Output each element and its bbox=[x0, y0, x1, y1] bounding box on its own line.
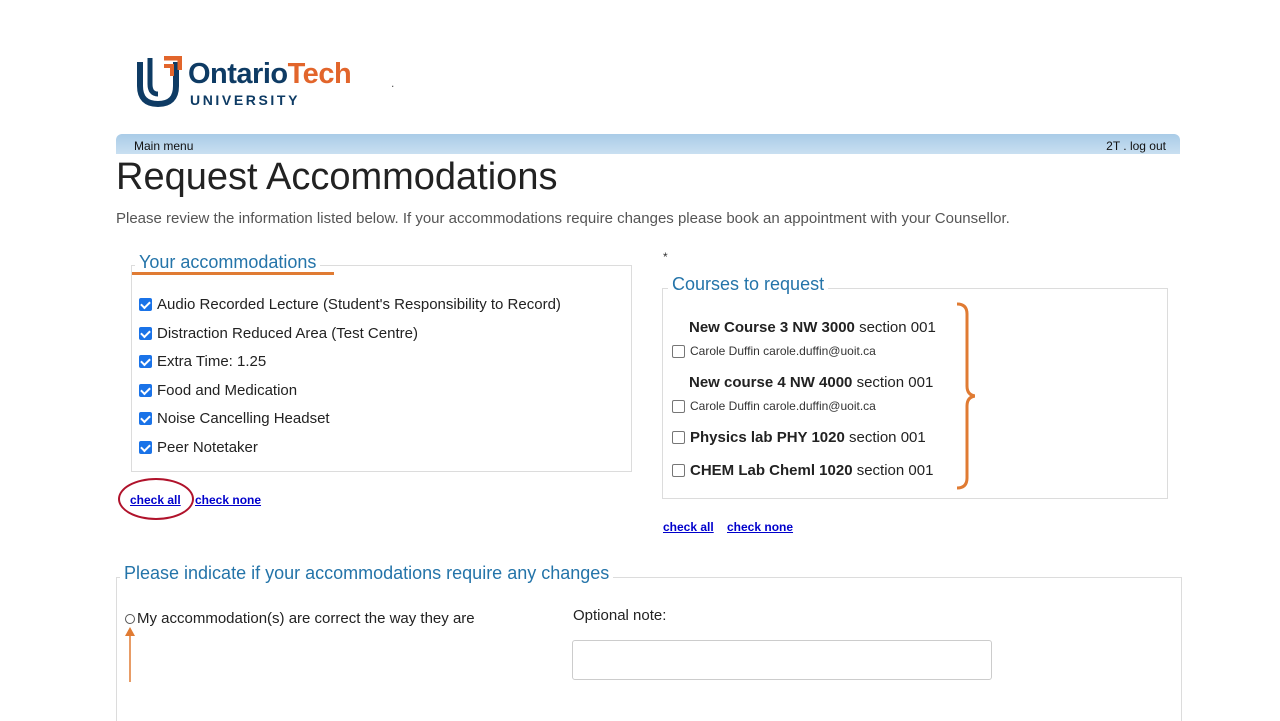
accommodation-checkbox[interactable] bbox=[139, 355, 152, 368]
accommodations-correct-radio[interactable] bbox=[125, 613, 135, 624]
course-title: New Course 3 NW 3000 section 001 bbox=[689, 319, 936, 336]
accommodation-checkbox[interactable] bbox=[139, 441, 152, 454]
course-checkbox[interactable] bbox=[672, 464, 685, 477]
accommodation-item[interactable]: Distraction Reduced Area (Test Centre) bbox=[139, 325, 418, 342]
accommodation-label: Peer Notetaker bbox=[157, 439, 258, 456]
accommodation-item[interactable]: Peer Notetaker bbox=[139, 439, 258, 456]
main-menu-link[interactable]: Main menu bbox=[134, 139, 193, 153]
intro-text: Please review the information listed bel… bbox=[116, 210, 1010, 227]
logo-wordmark: OntarioTech bbox=[188, 58, 352, 90]
logo-subtitle: UNIVERSITY bbox=[190, 92, 301, 108]
required-asterisk: * bbox=[663, 250, 668, 264]
courses-check-none-link[interactable]: check none bbox=[727, 520, 793, 534]
accommodation-item[interactable]: Extra Time: 1.25 bbox=[139, 353, 266, 370]
course-title: Physics lab PHY 1020 section 001 bbox=[690, 429, 926, 446]
header-dot: . bbox=[391, 76, 395, 90]
accommodation-label: Audio Recorded Lecture (Student's Respon… bbox=[157, 296, 561, 313]
courses-check-all-link[interactable]: check all bbox=[663, 520, 714, 534]
course-row[interactable]: Carole Duffin carole.duffin@uoit.ca bbox=[672, 344, 876, 358]
university-shield-icon bbox=[137, 56, 182, 108]
accommodation-checkbox[interactable] bbox=[139, 412, 152, 425]
course-title: New course 4 NW 4000 section 001 bbox=[689, 374, 934, 391]
ontariotech-logo: OntarioTech UNIVERSITY bbox=[136, 56, 376, 112]
course-instructor: Carole Duffin carole.duffin@uoit.ca bbox=[690, 344, 876, 358]
accommodation-label: Noise Cancelling Headset bbox=[157, 410, 330, 427]
course-row[interactable]: Carole Duffin carole.duffin@uoit.ca bbox=[672, 399, 876, 413]
accommodation-item[interactable]: Food and Medication bbox=[139, 382, 297, 399]
accommodations-correct-label: My accommodation(s) are correct the way … bbox=[137, 610, 475, 627]
accommodations-check-none-link[interactable]: check none bbox=[195, 493, 261, 507]
accommodation-label: Food and Medication bbox=[157, 382, 298, 399]
courses-legend: Courses to request bbox=[668, 274, 829, 295]
accommodations-correct-option[interactable]: My accommodation(s) are correct the way … bbox=[125, 610, 475, 627]
legend-highlight-underline bbox=[132, 272, 334, 275]
course-checkbox[interactable] bbox=[672, 399, 685, 413]
accommodation-item[interactable]: Audio Recorded Lecture (Student's Respon… bbox=[139, 296, 561, 313]
arrow-up-icon bbox=[125, 627, 135, 682]
course-checkbox[interactable] bbox=[672, 344, 685, 358]
accommodation-checkbox[interactable] bbox=[139, 384, 152, 397]
accommodation-item[interactable]: Noise Cancelling Headset bbox=[139, 410, 330, 427]
changes-legend: Please indicate if your accommodations r… bbox=[120, 563, 614, 584]
accommodation-checkbox[interactable] bbox=[139, 327, 152, 340]
course-title: CHEM Lab Cheml 1020 section 001 bbox=[690, 462, 934, 479]
accommodations-legend: Your accommodations bbox=[135, 252, 321, 273]
logout-link[interactable]: 2T . log out bbox=[1106, 139, 1166, 153]
accommodations-check-all-link[interactable]: check all bbox=[130, 493, 181, 507]
course-row[interactable]: Physics lab PHY 1020 section 001 bbox=[672, 429, 926, 446]
accommodation-checkbox[interactable] bbox=[139, 298, 152, 311]
optional-note-textarea[interactable] bbox=[572, 640, 992, 680]
courses-highlight-bracket bbox=[956, 302, 975, 490]
course-row[interactable]: CHEM Lab Cheml 1020 section 001 bbox=[672, 462, 933, 479]
course-checkbox[interactable] bbox=[672, 431, 685, 444]
page-title: Request Accommodations bbox=[116, 156, 558, 198]
optional-note-label: Optional note: bbox=[573, 607, 667, 624]
course-instructor: Carole Duffin carole.duffin@uoit.ca bbox=[690, 399, 876, 413]
accommodation-label: Distraction Reduced Area (Test Centre) bbox=[157, 325, 418, 342]
accommodation-label: Extra Time: 1.25 bbox=[157, 353, 267, 370]
menu-bar: Main menu 2T . log out bbox=[116, 134, 1180, 154]
